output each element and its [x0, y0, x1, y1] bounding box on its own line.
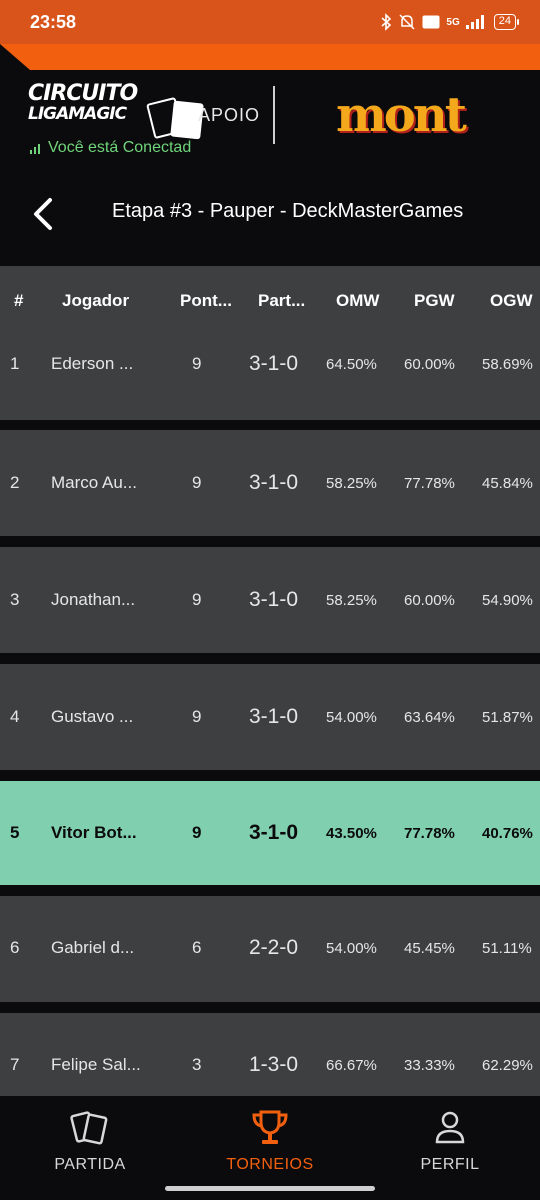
- row-points: 9: [192, 590, 202, 609]
- row-pgw: 77.78%: [404, 825, 455, 842]
- home-indicator[interactable]: [165, 1186, 375, 1191]
- back-button[interactable]: [28, 194, 60, 234]
- row-record: 3-1-0: [249, 471, 299, 494]
- standings-table-body[interactable]: 1 Ederson ... 9 3-1-0 64.50% 60.00% 58.6…: [0, 336, 540, 1096]
- page-title: Etapa #3 - Pauper - DeckMasterGames: [112, 200, 464, 222]
- bluetooth-icon: [380, 13, 392, 31]
- signal-icon: [465, 13, 484, 31]
- row-omw: 54.00%: [326, 709, 377, 726]
- row-rank: 6: [10, 938, 20, 957]
- row-rank: 3: [10, 590, 20, 609]
- row-omw: 58.25%: [326, 592, 377, 609]
- row-rank: 4: [10, 707, 20, 726]
- row-rank: 5: [10, 823, 20, 842]
- logo-line2: LIGAMAGIC: [28, 104, 127, 124]
- row-ogw: 62.29%: [482, 1057, 533, 1074]
- table-row[interactable]: 6 Gabriel d... 6 2-2-0 54.00% 45.45% 51.…: [0, 896, 540, 1002]
- row-player: Gustavo ...: [51, 707, 134, 726]
- nav-perfil-label: PERFIL: [420, 1156, 480, 1173]
- row-omw: 58.25%: [326, 475, 377, 492]
- app-header: CIRCUITO LIGAMAGIC Você está Conectad AP…: [0, 70, 540, 266]
- row-record: 2-2-0: [249, 936, 299, 959]
- row-record: 3-1-0: [249, 588, 299, 611]
- connection-status: Você está Conectad: [30, 139, 191, 157]
- row-record: 3-1-0: [249, 352, 299, 375]
- col-header-omw[interactable]: OMW: [336, 291, 379, 311]
- col-header-record[interactable]: Part...: [258, 291, 305, 311]
- row-points: 9: [192, 823, 202, 842]
- row-omw: 66.67%: [326, 1057, 377, 1074]
- row-rank: 1: [10, 354, 20, 373]
- chevron-left-icon: [34, 198, 52, 230]
- sponsor-label: APOIO: [198, 105, 261, 125]
- standings-table-header: # Jogador Pont... Part... OMW PGW OGW: [0, 266, 540, 336]
- row-ogw: 54.90%: [482, 592, 533, 609]
- row-record: 3-1-0: [249, 821, 299, 844]
- status-time: 23:58: [30, 11, 77, 32]
- row-points: 9: [192, 707, 202, 726]
- col-header-ogw[interactable]: OGW: [490, 291, 533, 311]
- volte-icon: [422, 13, 440, 31]
- nav-perfil[interactable]: PERFIL: [370, 1106, 530, 1174]
- nav-torneios[interactable]: TORNEIOS: [190, 1106, 350, 1174]
- row-points: 9: [192, 354, 202, 373]
- row-player: Vitor Bot...: [51, 823, 137, 842]
- battery-icon: 24: [493, 14, 520, 30]
- trophy-icon: [252, 1110, 288, 1144]
- nav-partida[interactable]: PARTIDA: [10, 1106, 170, 1174]
- logo-line1: CIRCUITO: [28, 81, 138, 106]
- row-player: Felipe Sal...: [51, 1055, 141, 1074]
- table-row[interactable]: 3 Jonathan... 9 3-1-0 58.25% 60.00% 54.9…: [0, 547, 540, 653]
- table-row[interactable]: 4 Gustavo ... 9 3-1-0 54.00% 63.64% 51.8…: [0, 664, 540, 770]
- row-player: Marco Au...: [51, 473, 137, 492]
- row-player: Jonathan...: [51, 590, 136, 609]
- row-pgw: 63.64%: [404, 709, 455, 726]
- person-icon: [435, 1111, 465, 1144]
- row-pgw: 33.33%: [404, 1057, 455, 1074]
- accent-strip: [0, 44, 540, 70]
- table-row-current-player[interactable]: 5 Vitor Bot... 9 3-1-0 43.50% 77.78% 40.…: [0, 781, 540, 885]
- row-pgw: 60.00%: [404, 356, 455, 373]
- row-pgw: 60.00%: [404, 592, 455, 609]
- bottom-nav: PARTIDA TORNEIOS PERFIL: [0, 1096, 540, 1200]
- row-omw: 43.50%: [326, 825, 377, 842]
- row-points: 3: [192, 1055, 202, 1074]
- col-header-rank[interactable]: #: [14, 291, 23, 311]
- row-rank: 7: [10, 1055, 20, 1074]
- row-player: Gabriel d...: [51, 938, 135, 957]
- table-row[interactable]: 7 Felipe Sal... 3 1-3-0 66.67% 33.33% 62…: [0, 1013, 540, 1096]
- row-pgw: 77.78%: [404, 475, 455, 492]
- row-rank: 2: [10, 473, 20, 492]
- status-icons: 5G 24: [380, 13, 520, 31]
- row-player: Ederson ...: [51, 354, 134, 373]
- row-ogw: 51.87%: [482, 709, 533, 726]
- table-row[interactable]: 1 Ederson ... 9 3-1-0 64.50% 60.00% 58.6…: [0, 336, 540, 420]
- row-record: 3-1-0: [249, 705, 299, 728]
- col-header-pgw[interactable]: PGW: [414, 291, 455, 311]
- row-points: 9: [192, 473, 202, 492]
- table-row[interactable]: 2 Marco Au... 9 3-1-0 58.25% 77.78% 45.8…: [0, 430, 540, 536]
- connection-status-text: Você está Conectad: [48, 139, 192, 156]
- header-divider: [273, 86, 275, 144]
- row-points: 6: [192, 938, 202, 957]
- row-ogw: 40.76%: [482, 825, 533, 842]
- nav-torneios-label: TORNEIOS: [226, 1156, 314, 1173]
- cards-icon: [70, 1111, 108, 1145]
- network-5g-label: 5G: [446, 16, 460, 28]
- row-ogw: 51.11%: [482, 940, 532, 957]
- signal-bars-icon: [30, 144, 40, 154]
- col-header-player[interactable]: Jogador: [62, 291, 129, 311]
- nav-partida-label: PARTIDA: [54, 1156, 126, 1173]
- row-ogw: 45.84%: [482, 475, 533, 492]
- row-pgw: 45.45%: [404, 940, 455, 957]
- col-header-points[interactable]: Pont...: [180, 291, 232, 311]
- status-bar: 23:58 5G 24: [0, 0, 540, 44]
- mont-logo: mont: [336, 87, 467, 143]
- row-record: 1-3-0: [249, 1053, 299, 1076]
- circuito-ligamagic-logo: CIRCUITO LIGAMAGIC: [28, 81, 204, 140]
- row-omw: 54.00%: [326, 940, 377, 957]
- row-omw: 64.50%: [326, 356, 377, 373]
- mute-bell-icon: [398, 13, 416, 31]
- row-ogw: 58.69%: [482, 356, 533, 373]
